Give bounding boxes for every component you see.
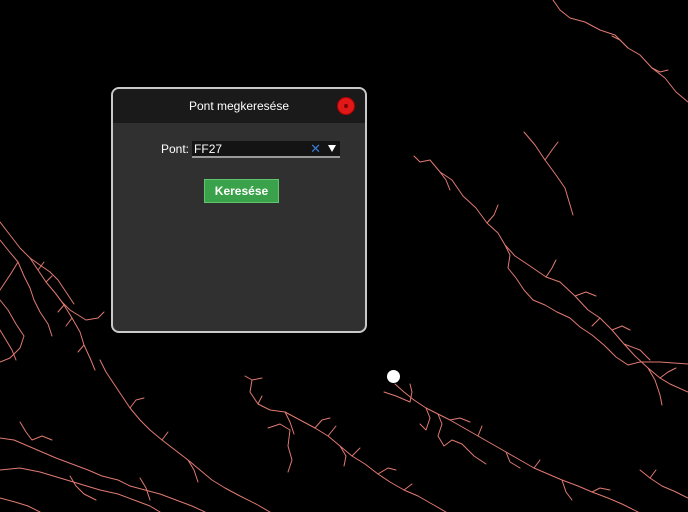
point-label: Pont: [161, 142, 190, 156]
dialog-header[interactable]: Pont megkeresése [113, 89, 365, 123]
point-field-row: Pont: FF27 ✕ [161, 140, 341, 158]
point-select[interactable]: FF27 ✕ [192, 140, 341, 158]
find-point-dialog: Pont megkeresése Pont: FF27 ✕ Keresése [111, 87, 367, 333]
location-marker-icon[interactable] [387, 370, 400, 383]
close-icon[interactable] [337, 97, 355, 115]
point-value: FF27 [194, 141, 223, 156]
clear-icon[interactable]: ✕ [310, 141, 321, 156]
chevron-down-icon[interactable] [328, 144, 337, 152]
dialog-title: Pont megkeresése [188, 99, 290, 113]
search-button[interactable]: Keresése [204, 179, 279, 203]
